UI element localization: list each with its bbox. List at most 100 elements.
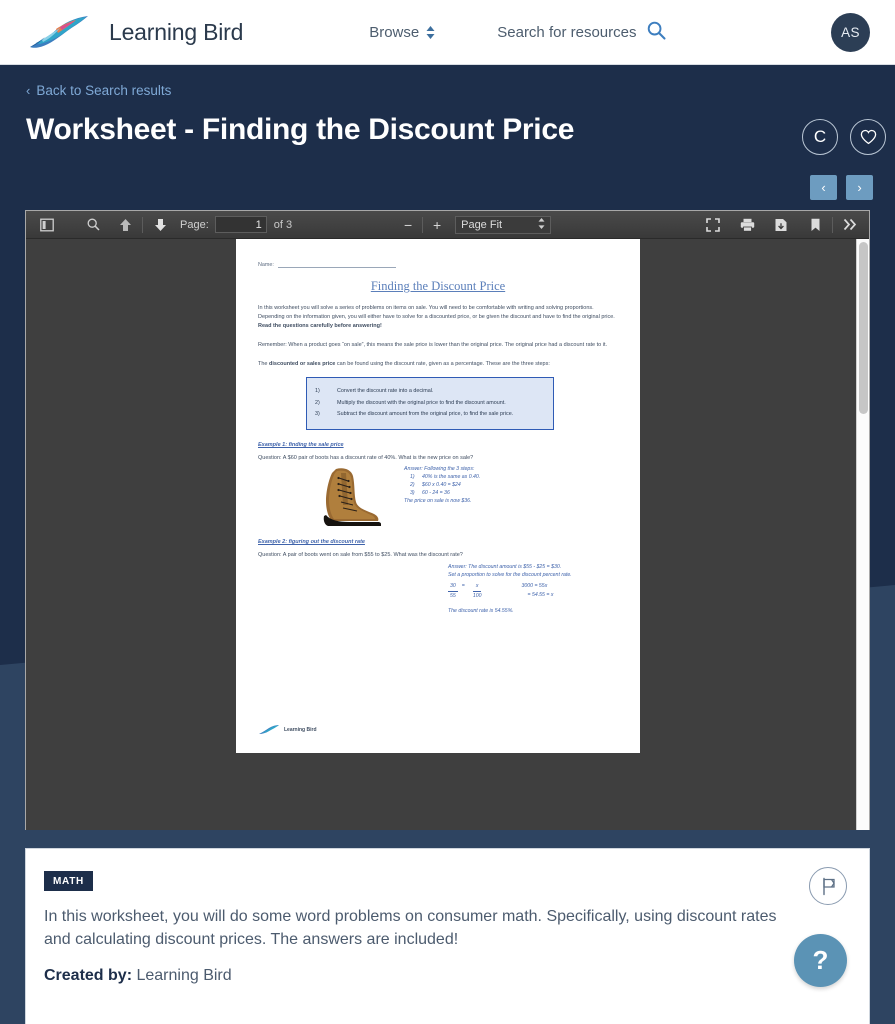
total-pages-label: of 3 [274, 219, 292, 231]
zoom-out-button[interactable]: − [398, 215, 418, 235]
example-1-conclusion: The price on sale is now $36. [404, 497, 480, 505]
arrow-down-icon [154, 218, 167, 232]
search-resources-link[interactable]: Search for resources [497, 21, 666, 44]
search-label: Search for resources [497, 24, 636, 41]
pdf-page-1: Name: Finding the Discount Price In this… [236, 239, 640, 753]
pdf-scrollbar-thumb[interactable] [859, 242, 868, 414]
worksheet-para3-a: The [258, 361, 269, 367]
toolbar-divider-2 [422, 217, 423, 233]
answer-step-text: 60 - 24 = 36 [422, 489, 450, 497]
presentation-mode-button[interactable] [700, 214, 726, 236]
top-navigation-bar: Learning Bird Browse Search for resource… [0, 0, 895, 65]
page-title: Worksheet - Finding the Discount Price [26, 113, 574, 147]
print-button[interactable] [734, 214, 760, 236]
example-2-answer-intro: Answer: The discount amount is $55 - $25… [448, 563, 618, 571]
footer-bird-logo-icon [258, 724, 280, 735]
answer-step-text: 40% is the same as 0.40. [422, 473, 480, 481]
answer-step-number: 1) [404, 473, 422, 481]
arrow-up-icon [119, 218, 132, 232]
flag-icon [820, 877, 837, 896]
worksheet-footer: Learning Bird [258, 724, 317, 735]
secondary-toolbar-toggle[interactable] [837, 214, 863, 236]
fraction-left-denominator: 55 [448, 592, 458, 600]
printer-icon [740, 218, 755, 232]
browse-label: Browse [369, 24, 419, 41]
worksheet-paragraph-3: The discounted or sales price can be fou… [258, 360, 618, 369]
example-2-proportion: 30 55 = x 100 3000 = 55x = [448, 582, 618, 600]
previous-page-button[interactable] [112, 214, 138, 236]
fullscreen-icon [706, 218, 720, 232]
example-1-answer-step: 2) $60 x 0.40 = $24 [404, 481, 480, 489]
example-1-body: Answer: Following the 3 steps: 1) 40% is… [258, 465, 618, 527]
example-2-conclusion: The discount rate is 54.55%. [448, 607, 618, 615]
fraction-left-numerator: 30 [448, 582, 458, 591]
boot-illustration-icon [310, 465, 388, 527]
heart-icon [860, 129, 877, 145]
footer-brand-text: Learning Bird [284, 727, 317, 733]
magnifier-icon [87, 218, 100, 231]
page-number-input[interactable] [215, 216, 267, 233]
subject-badge: MATH [44, 871, 93, 891]
worksheet-para1-text: In this worksheet you will solve a serie… [258, 305, 615, 320]
example-1-answer: Answer: Following the 3 steps: 1) 40% is… [404, 465, 480, 527]
favorite-button[interactable] [850, 119, 886, 155]
example-1-answer-step: 3) 60 - 24 = 36 [404, 489, 480, 497]
download-icon [774, 218, 788, 232]
worksheet-paragraph-2: Remember: When a product goes “on sale”,… [258, 341, 618, 350]
report-flag-button[interactable] [809, 867, 847, 905]
step-text: Multiply the discount with the original … [337, 399, 506, 407]
example-2-answer-line2: Set a proportion to solve for the discou… [448, 571, 618, 579]
bookmark-button[interactable] [802, 214, 828, 236]
pdf-scrollbar[interactable] [856, 239, 869, 830]
created-by-value: Learning Bird [136, 967, 231, 984]
step-number: 3) [315, 410, 337, 418]
find-button[interactable] [80, 214, 106, 236]
step-text: Subtract the discount amount from the or… [337, 410, 513, 418]
step-text: Convert the discount rate into a decimal… [337, 387, 433, 395]
toggle-sidebar-button[interactable] [34, 214, 60, 236]
proportion-equals: = [462, 582, 465, 600]
fraction-right-numerator: x [473, 582, 482, 591]
zoom-controls: − + Page Fit [398, 215, 551, 235]
example-1-answer-intro: Answer: Following the 3 steps: [404, 465, 480, 473]
chevron-left-icon: ‹ [26, 83, 30, 98]
previous-resource-button[interactable]: ‹ [810, 175, 837, 200]
brand-name: Learning Bird [109, 19, 243, 46]
calc-line-2: = 54.55 = x [521, 591, 553, 599]
brand-logo-link[interactable]: Learning Bird [26, 13, 243, 51]
help-label: ? [813, 945, 829, 976]
worksheet-paragraph-1: In this worksheet you will solve a serie… [258, 304, 618, 331]
download-button[interactable] [768, 214, 794, 236]
toolbar-divider-3 [832, 217, 833, 233]
next-page-button[interactable] [147, 214, 173, 236]
example-1-question: Question: A $60 pair of boots has a disc… [258, 455, 618, 461]
created-by-label: Created by: [44, 967, 132, 984]
zoom-in-button[interactable]: + [427, 215, 447, 235]
worksheet-name-label: Name: [258, 262, 274, 268]
fraction-right: x 100 [473, 582, 482, 600]
next-resource-button[interactable]: › [846, 175, 873, 200]
step-row: 1) Convert the discount rate into a deci… [315, 387, 545, 395]
user-avatar[interactable]: AS [831, 13, 870, 52]
next-chevron-icon: › [857, 180, 861, 195]
example-2-heading: Example 2: figuring out the discount rat… [258, 539, 618, 545]
step-row: 2) Multiply the discount with the origin… [315, 399, 545, 407]
copyright-button[interactable]: C [802, 119, 838, 155]
pdf-canvas-area[interactable]: Name: Finding the Discount Price In this… [26, 239, 869, 830]
learning-bird-logo-icon [26, 13, 98, 51]
resource-description: In this worksheet, you will do some word… [44, 906, 799, 952]
copyright-label: C [814, 127, 826, 147]
toolbar-right-group [700, 214, 863, 236]
prev-chevron-icon: ‹ [821, 180, 825, 195]
answer-step-number: 2) [404, 481, 422, 489]
zoom-scale-select[interactable]: Page Fit [455, 216, 551, 234]
fraction-left: 30 55 [448, 582, 458, 600]
nav-links: Browse Search for resources [369, 21, 666, 44]
browse-menu[interactable]: Browse [369, 24, 435, 41]
step-number: 1) [315, 387, 337, 395]
back-to-search-results-link[interactable]: ‹ Back to Search results [26, 83, 171, 98]
three-steps-box: 1) Convert the discount rate into a deci… [306, 377, 554, 430]
help-button[interactable]: ? [794, 934, 847, 987]
chevron-double-right-icon [843, 218, 858, 231]
worksheet-para1-bold: Read the questions carefully before answ… [258, 323, 382, 329]
